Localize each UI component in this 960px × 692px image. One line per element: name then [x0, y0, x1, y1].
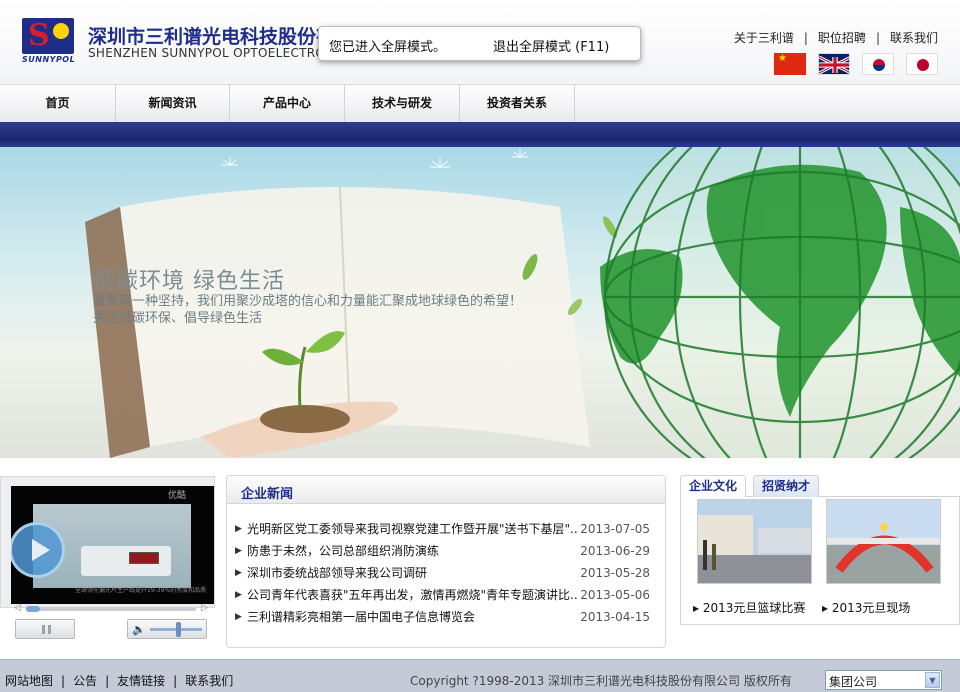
- video-panel: 优酷 全球领先偏光片生产线提升19-39%的亮度和品质: [0, 476, 215, 608]
- fullscreen-message: 您已进入全屏模式。: [329, 40, 447, 55]
- news-headline[interactable]: 公司青年代表喜获"五年再出发，激情再燃烧"青年专题演讲比...: [247, 584, 577, 606]
- banner-subtitle-2: 关注低碳环保、倡导绿色生活: [93, 311, 263, 326]
- separator: |: [875, 31, 880, 45]
- news-title[interactable]: 企业新闻: [241, 483, 293, 502]
- volume-control[interactable]: 🔈: [127, 619, 207, 639]
- nav-accent-band: [0, 122, 960, 147]
- photo-caption-text[interactable]: 2013元旦现场: [832, 601, 911, 615]
- news-date: 2013-05-28: [580, 566, 650, 580]
- photo-caption[interactable]: ▸ 2013元旦篮球比赛: [693, 599, 805, 616]
- video-player[interactable]: 优酷 全球领先偏光片生产线提升19-39%的亮度和品质: [11, 486, 214, 604]
- culture-body: ▸ 2013元旦篮球比赛 ▸ 2013元旦现场: [680, 497, 960, 625]
- bullet-icon: ▶: [235, 546, 242, 556]
- volume-handle[interactable]: [176, 622, 181, 637]
- news-item[interactable]: ▶ 公司青年代表喜获"五年再出发，激情再燃烧"青年专题演讲比... 2013-0…: [235, 584, 655, 606]
- top-links: 关于三利谱 | 职位招聘 | 联系我们: [734, 29, 938, 46]
- bullet-icon: ▶: [235, 590, 242, 600]
- bullet-icon: ▶: [235, 524, 242, 534]
- tab-culture[interactable]: 企业文化: [680, 475, 747, 497]
- main-content: 优酷 全球领先偏光片生产线提升19-39%的亮度和品质 ◁ ▷ 🔈 企业新闻 ▶…: [0, 458, 960, 659]
- copyright-text: Copyright ?1998-2013 深圳市三利谱光电科技股份有限公司 版权…: [410, 674, 792, 688]
- news-date: 2013-07-05: [580, 522, 650, 536]
- separator: |: [105, 674, 110, 688]
- link-notice[interactable]: 公告: [73, 674, 97, 688]
- news-date: 2013-06-29: [580, 544, 650, 558]
- news-item[interactable]: ▶ 深圳市委统战部领导来我公司调研 2013-05-28: [235, 562, 655, 584]
- tab-recruitment[interactable]: 招贤纳才: [753, 475, 820, 497]
- photo-caption-text[interactable]: 2013元旦篮球比赛: [703, 601, 806, 615]
- rewind-icon[interactable]: ◁: [14, 603, 21, 613]
- news-item[interactable]: ▶ 光明新区党工委领导来我司视察党建工作暨开展"送书下基层"... 2013-0…: [235, 518, 655, 540]
- video-caption: 全球领先偏光片生产线提升19-39%的亮度和品质: [75, 587, 207, 594]
- link-sitemap[interactable]: 网站地图: [5, 674, 53, 688]
- company-name-en: SHENZHEN SUNNYPOL OPTOELECTRON: [88, 46, 320, 60]
- news-date: 2013-04-15: [580, 610, 650, 624]
- nav-item-home[interactable]: 首页: [0, 85, 116, 122]
- nav-item-products[interactable]: 产品中心: [230, 85, 345, 122]
- link-friends[interactable]: 友情链接: [117, 674, 165, 688]
- separator: |: [173, 674, 178, 688]
- seek-handle[interactable]: [26, 606, 40, 612]
- nav-item-news[interactable]: 新闻资讯: [116, 85, 230, 122]
- video-brand: 优酷: [167, 491, 186, 501]
- separator: |: [61, 674, 66, 688]
- seek-track[interactable]: [26, 607, 196, 611]
- company-name-cn: 深圳市三利谱光电科技股份有: [88, 26, 328, 48]
- news-headline[interactable]: 三利谱精彩亮相第一届中国电子信息博览会: [247, 606, 577, 628]
- korea-flag-icon[interactable]: [862, 53, 894, 75]
- company-logo[interactable]: S SUNNYPOL: [22, 18, 76, 64]
- pause-button[interactable]: [15, 619, 75, 639]
- nav-item-investors[interactable]: 投资者关系: [460, 85, 575, 122]
- link-careers[interactable]: 职位招聘: [818, 31, 866, 45]
- site-footer: 网站地图 | 公告 | 友情链接 | 联系我们 Copyright ?1998-2013 深…: [0, 659, 960, 692]
- photo-caption[interactable]: ▸ 2013元旦现场: [822, 599, 910, 616]
- news-list: ▶ 光明新区党工委领导来我司视察党建工作暨开展"送书下基层"... 2013-0…: [235, 518, 655, 628]
- news-item[interactable]: ▶ 三利谱精彩亮相第一届中国电子信息博览会 2013-04-15: [235, 606, 655, 628]
- photo-basketball[interactable]: [697, 499, 812, 584]
- speaker-icon[interactable]: 🔈: [132, 623, 146, 636]
- separator: |: [803, 31, 808, 45]
- news-panel: 企业新闻 ▶ 光明新区党工委领导来我司视察党建工作暨开展"送书下基层"... 2…: [226, 475, 666, 648]
- culture-tabs: 企业文化 招贤纳才: [680, 475, 960, 497]
- culture-panel: 企业文化 招贤纳才 ▸ 2013元旦篮球比赛 ▸ 2013元旦现场: [680, 475, 960, 625]
- link-about[interactable]: 关于三利谱: [734, 31, 794, 45]
- bullet-icon: ▶: [235, 568, 242, 578]
- china-flag-icon[interactable]: ★: [774, 53, 806, 75]
- bullet-icon: ▶: [235, 612, 242, 622]
- uk-flag-icon[interactable]: [818, 53, 850, 75]
- nav-item-tech[interactable]: 技术与研发: [345, 85, 460, 122]
- japan-flag-icon[interactable]: [906, 53, 938, 75]
- group-company-select[interactable]: 集团公司 ▼: [825, 670, 942, 690]
- footer-links: 网站地图 | 公告 | 友情链接 | 联系我们: [5, 672, 233, 689]
- link-footer-contact[interactable]: 联系我们: [185, 674, 233, 688]
- video-seekbar[interactable]: ◁ ▷: [14, 603, 208, 613]
- fullscreen-notification: 您已进入全屏模式。 退出全屏模式 (F11): [318, 26, 641, 61]
- main-nav: 首页 新闻资讯 产品中心 技术与研发 投资者关系: [0, 84, 960, 122]
- link-contact[interactable]: 联系我们: [890, 31, 938, 45]
- photo-new-year[interactable]: [826, 499, 941, 584]
- forward-icon[interactable]: ▷: [201, 603, 208, 613]
- news-headline[interactable]: 防患于未然，公司总部组织消防演练: [247, 540, 577, 562]
- group-select-value: 集团公司: [829, 675, 878, 689]
- hero-banner[interactable]: 低碳环境 绿色生活 凝聚每一种坚持，我们用聚沙成塔的信心和力量能汇聚成地球绿色的…: [0, 147, 960, 458]
- play-icon[interactable]: [11, 522, 65, 578]
- exit-fullscreen-link[interactable]: 退出全屏模式 (F11): [493, 36, 609, 55]
- news-date: 2013-05-06: [580, 588, 650, 602]
- logo-mark: S: [22, 18, 74, 54]
- logo-wordmark: SUNNYPOL: [22, 55, 76, 64]
- news-headline[interactable]: 深圳市委统战部领导来我公司调研: [247, 562, 577, 584]
- news-headline[interactable]: 光明新区党工委领导来我司视察党建工作暨开展"送书下基层"...: [247, 518, 577, 540]
- chevron-down-icon[interactable]: ▼: [925, 672, 940, 688]
- language-flags: ★: [774, 53, 938, 75]
- machine-panel: [129, 552, 159, 564]
- news-item[interactable]: ▶ 防患于未然，公司总部组织消防演练 2013-06-29: [235, 540, 655, 562]
